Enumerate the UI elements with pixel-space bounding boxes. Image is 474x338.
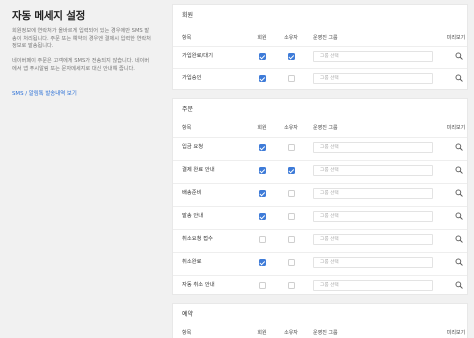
member-checkbox[interactable]	[259, 53, 266, 60]
member-checkbox[interactable]	[259, 282, 266, 289]
group-select-placeholder: 그룹 선택	[320, 283, 339, 288]
group-select[interactable]: 그룹 선택	[313, 142, 433, 153]
magnifier-icon[interactable]	[455, 166, 463, 174]
table-row: 입금 요청 그룹 선택	[173, 137, 467, 157]
customer-checkbox[interactable]	[288, 259, 295, 266]
row-label: 취소요청 접수	[182, 236, 213, 242]
member-checkbox[interactable]	[259, 259, 266, 266]
group-select-placeholder: 그룹 선택	[320, 260, 339, 265]
magnifier-icon[interactable]	[455, 143, 463, 151]
table-row: 발송 안내 그룹 선택	[173, 206, 467, 226]
section-title: 회원	[182, 12, 194, 19]
magnifier-icon[interactable]	[455, 212, 463, 220]
row-label: 발송 안내	[182, 213, 204, 219]
description-line: 에서 앱 푸시알림 또는 문자메세지로 대신 안내해 줍니다.	[12, 65, 135, 72]
group-select-placeholder: 그룹 선택	[320, 76, 339, 81]
customer-checkbox[interactable]	[288, 213, 295, 220]
member-checkbox[interactable]	[259, 236, 266, 243]
description-line: 네이버페이 주문은 고객에게 SMS가 전송되지 않습니다. 네이버	[12, 58, 150, 65]
table-header: 항목 회원 소유자 운영진 그룹 미리보기	[173, 34, 467, 43]
row-label: 자동 취소 안내	[182, 282, 215, 288]
customer-checkbox[interactable]	[288, 75, 295, 82]
column-group: 운영진 그룹	[313, 330, 338, 336]
table-row: 배송준비 그룹 선택	[173, 183, 467, 203]
group-select[interactable]: 그룹 선택	[313, 280, 433, 291]
customer-checkbox[interactable]	[288, 144, 295, 151]
table-header: 항목 회원 소유자 운영진 그룹 미리보기	[173, 329, 467, 338]
row-label: 가입완료/대기	[182, 53, 214, 59]
table-row: 가입승인 그룹 선택	[173, 68, 467, 88]
group-select[interactable]: 그룹 선택	[313, 51, 433, 62]
magnifier-icon[interactable]	[455, 235, 463, 243]
column-customer: 소유자	[284, 35, 298, 41]
column-member: 회원	[257, 330, 267, 336]
member-checkbox[interactable]	[259, 190, 266, 197]
description: 회원정보에 연락처가 올바르게 입력되어 있는 경우에만 SMS 발 송이 처리…	[12, 28, 160, 74]
group-select[interactable]: 그룹 선택	[313, 188, 433, 199]
customer-checkbox[interactable]	[288, 167, 295, 174]
column-group: 운영진 그룹	[313, 35, 338, 41]
order-section: 주문 항목 회원 소유자 운영진 그룹 미리보기 입금 요청 그룹 선택 결제 완…	[172, 98, 468, 295]
settings-sidebar: 자동 메세지 설정 회원정보에 연락처가 올바르게 입력되어 있는 경우에만 S…	[0, 0, 168, 99]
member-checkbox[interactable]	[259, 144, 266, 151]
sms-history-link[interactable]: SMS / 알림톡 발송내역 보기	[12, 91, 77, 98]
group-select-placeholder: 그룹 선택	[320, 168, 339, 173]
column-customer: 소유자	[284, 125, 298, 131]
column-member: 회원	[257, 125, 267, 131]
customer-checkbox[interactable]	[288, 190, 295, 197]
section-title: 예약	[182, 311, 194, 318]
member-section: 회원 항목 회원 소유자 운영진 그룹 미리보기 가입완료/대기 그룹 선택 가입…	[172, 4, 468, 90]
column-preview: 미리보기	[446, 125, 466, 131]
table-row: 취소완료 그룹 선택	[173, 252, 467, 272]
row-label: 입금 요청	[182, 144, 204, 150]
group-select-placeholder: 그룹 선택	[320, 191, 339, 196]
group-select[interactable]: 그룹 선택	[313, 211, 433, 222]
magnifier-icon[interactable]	[455, 52, 463, 60]
table-header: 항목 회원 소유자 운영진 그룹 미리보기	[173, 124, 467, 133]
row-label: 가입승인	[182, 75, 202, 81]
column-preview: 미리보기	[446, 330, 466, 336]
magnifier-icon[interactable]	[455, 281, 463, 289]
member-checkbox[interactable]	[259, 213, 266, 220]
customer-checkbox[interactable]	[288, 282, 295, 289]
section-title: 주문	[182, 106, 194, 113]
group-select-placeholder: 그룹 선택	[320, 54, 339, 59]
column-customer: 소유자	[284, 330, 298, 336]
table-row: 결제 완료 안내 그룹 선택	[173, 160, 467, 180]
table-row: 자동 취소 안내 그룹 선택	[173, 275, 467, 294]
row-label: 취소완료	[182, 259, 202, 265]
group-select-placeholder: 그룹 선택	[320, 214, 339, 219]
column-item: 항목	[182, 330, 192, 336]
row-label: 결제 완료 안내	[182, 167, 215, 173]
column-item: 항목	[182, 125, 192, 131]
row-label: 배송준비	[182, 190, 202, 196]
member-checkbox[interactable]	[259, 75, 266, 82]
customer-checkbox[interactable]	[288, 53, 295, 60]
group-select[interactable]: 그룹 선택	[313, 257, 433, 268]
group-select[interactable]: 그룹 선택	[313, 234, 433, 245]
column-group: 운영진 그룹	[313, 125, 338, 131]
magnifier-icon[interactable]	[455, 74, 463, 82]
description-line: 회원정보에 연락처가 올바르게 입력되어 있는 경우에만 SMS 발	[12, 28, 150, 34]
column-preview: 미리보기	[446, 35, 466, 41]
group-select-placeholder: 그룹 선택	[320, 145, 339, 150]
group-select-placeholder: 그룹 선택	[320, 237, 339, 242]
column-item: 항목	[182, 35, 192, 41]
column-member: 회원	[257, 35, 267, 41]
table-row: 취소요청 접수 그룹 선택	[173, 229, 467, 249]
magnifier-icon[interactable]	[455, 189, 463, 197]
magnifier-icon[interactable]	[455, 258, 463, 266]
reservation-section: 예약 항목 회원 소유자 운영진 그룹 미리보기	[172, 303, 468, 338]
group-select[interactable]: 그룹 선택	[313, 73, 433, 84]
page-title: 자동 메세지 설정	[12, 10, 86, 22]
member-checkbox[interactable]	[259, 167, 266, 174]
group-select[interactable]: 그룹 선택	[313, 165, 433, 176]
description-line: 정보로 발송됩니다.	[12, 43, 54, 50]
table-row: 가입완료/대기 그룹 선택	[173, 46, 467, 66]
customer-checkbox[interactable]	[288, 236, 295, 243]
